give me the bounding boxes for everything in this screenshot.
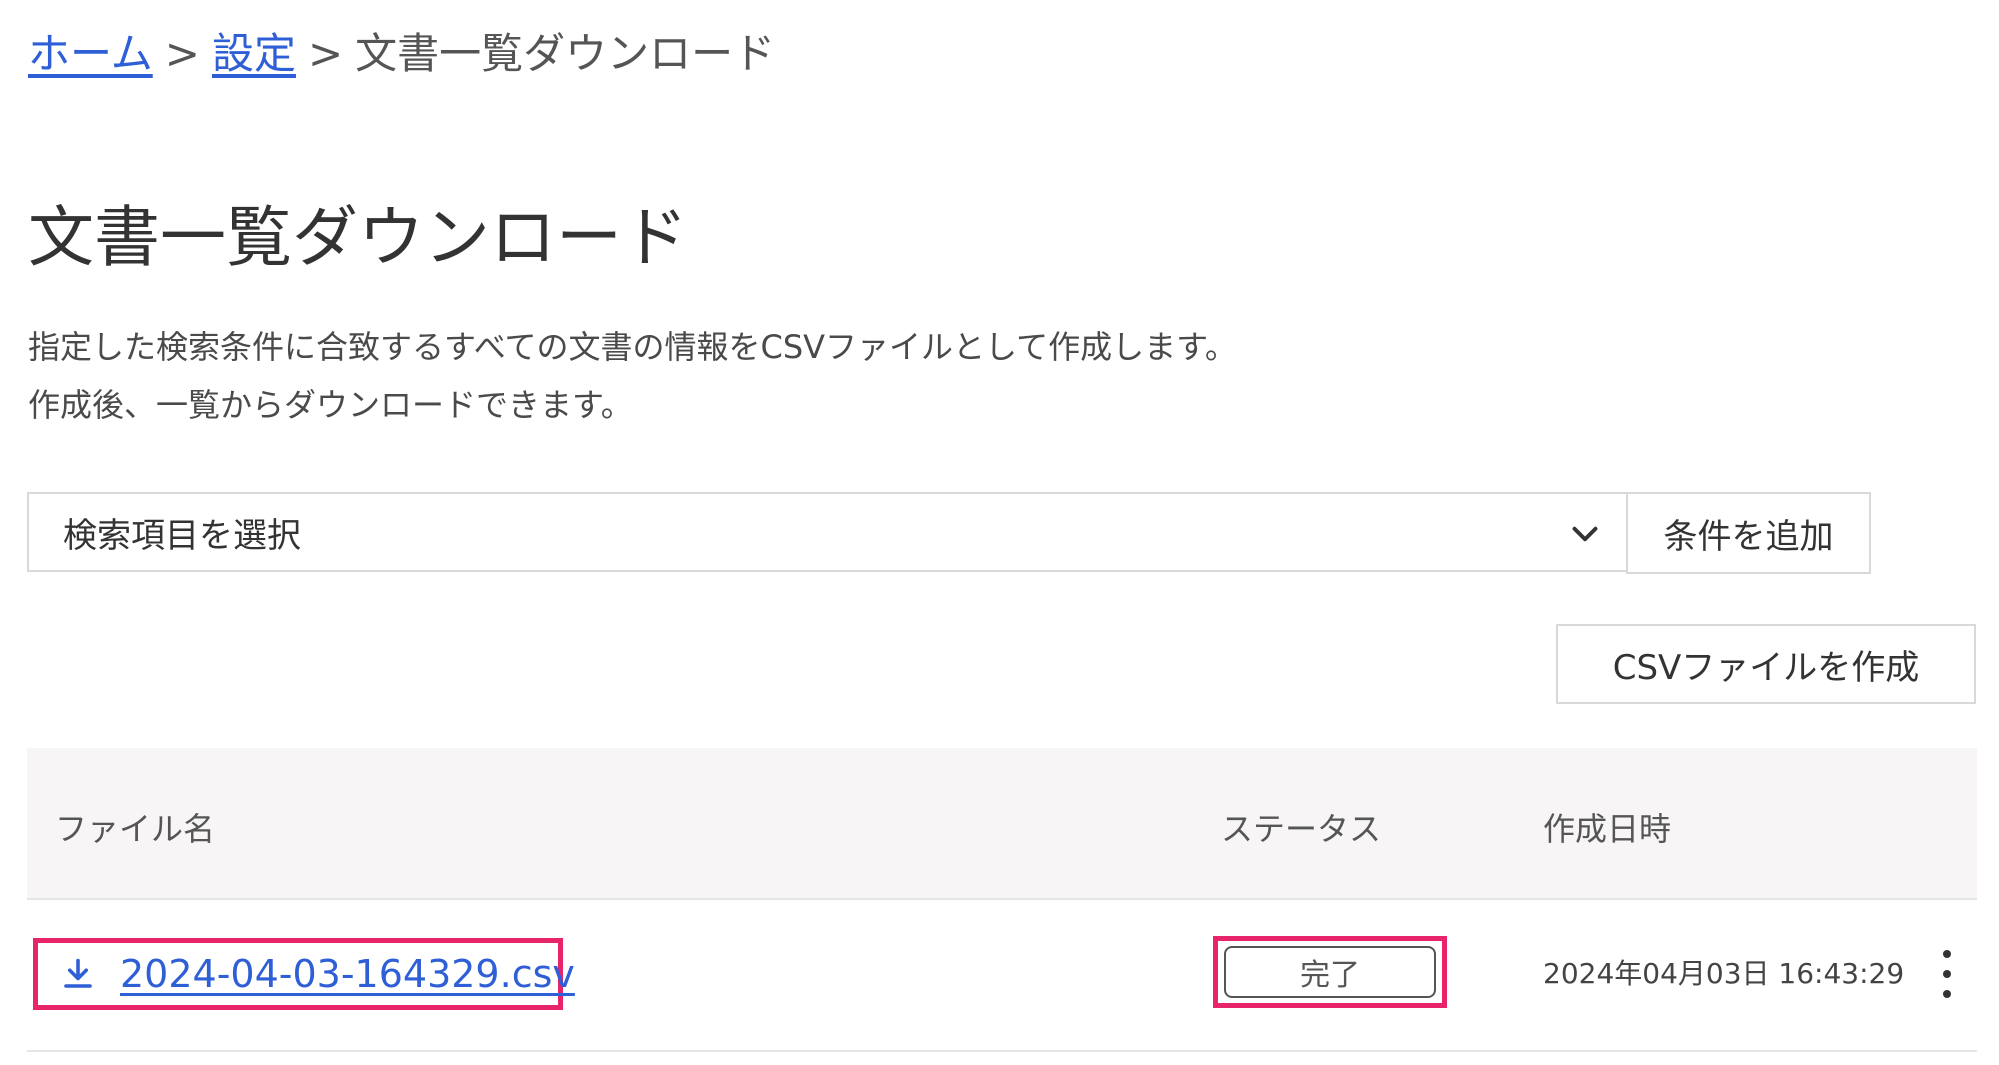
breadcrumb: ホーム > 設定 > 文書一覧ダウンロード: [28, 22, 775, 86]
column-header-file-name: ファイル名: [55, 810, 216, 848]
file-name-cell: 2024-04-03-164329.csv: [33, 938, 575, 1010]
more-vertical-icon[interactable]: [1935, 950, 1959, 998]
created-at-cell: 2024年04月03日 16:43:29: [1543, 957, 1905, 990]
kebab-dot: [1943, 970, 1951, 978]
breadcrumb-settings-link[interactable]: 設定: [212, 29, 296, 78]
chevron-down-icon: [1572, 526, 1598, 542]
select-value: 検索項目を選択: [63, 515, 301, 556]
status-cell: 完了: [1213, 936, 1447, 1008]
create-csv-button[interactable]: CSVファイルを作成: [1556, 624, 1976, 704]
download-icon[interactable]: [60, 956, 96, 992]
table-header: ファイル名 ステータス 作成日時: [27, 748, 1977, 900]
description-line: 作成後、一覧からダウンロードできます。: [28, 386, 633, 424]
page-description: 指定した検索条件に合致するすべての文書の情報をCSVファイルとして作成します。 …: [28, 318, 1237, 434]
column-header-created-at: 作成日時: [1543, 810, 1672, 848]
kebab-dot: [1943, 950, 1951, 958]
breadcrumb-separator: >: [164, 29, 200, 78]
description-line: 指定した検索条件に合致するすべての文書の情報をCSVファイルとして作成します。: [28, 328, 1237, 366]
table-row: 2024-04-03-164329.csv 完了 2024年04月03日 16:…: [27, 900, 1977, 1052]
column-header-status: ステータス: [1221, 810, 1382, 848]
status-badge: 完了: [1224, 946, 1436, 998]
add-condition-button[interactable]: 条件を追加: [1626, 492, 1871, 574]
breadcrumb-home-link[interactable]: ホーム: [28, 29, 153, 78]
page-title: 文書一覧ダウンロード: [28, 199, 688, 276]
file-download-link[interactable]: 2024-04-03-164329.csv: [120, 952, 575, 996]
search-field-select[interactable]: 検索項目を選択: [27, 492, 1627, 572]
breadcrumb-current: 文書一覧ダウンロード: [355, 29, 776, 78]
breadcrumb-separator: >: [307, 29, 344, 78]
kebab-dot: [1943, 990, 1951, 998]
